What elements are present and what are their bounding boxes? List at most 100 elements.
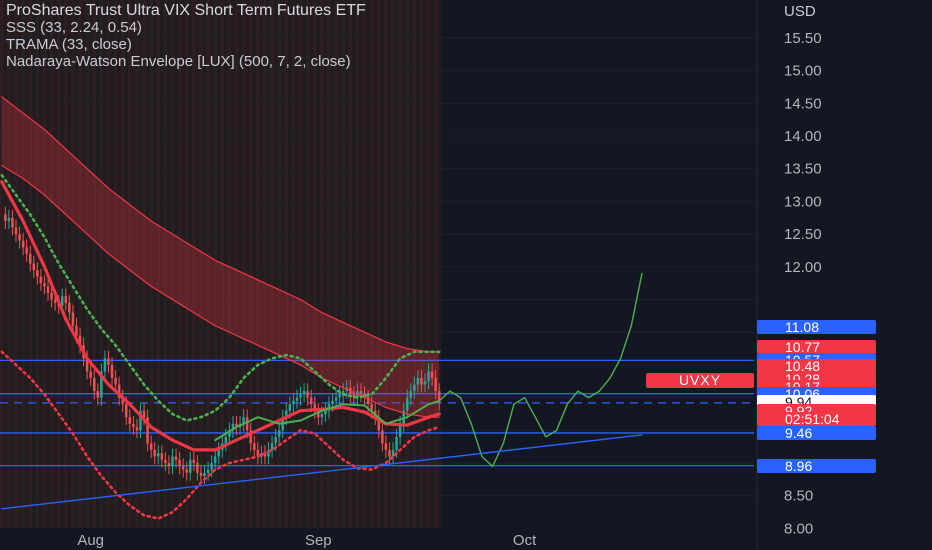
candle-body <box>167 463 171 467</box>
session-band <box>227 0 232 528</box>
candle-body <box>64 296 68 303</box>
candle-body <box>181 466 185 470</box>
candle-body <box>334 397 338 401</box>
candle-body <box>11 217 14 228</box>
candle-body <box>53 299 57 303</box>
price-tick-label: 13.00 <box>784 193 822 210</box>
candle-body <box>28 253 32 264</box>
candle-body <box>292 400 295 405</box>
candle-body <box>178 459 181 467</box>
price-tick-label: 12.00 <box>784 259 822 276</box>
time-tick-label: Oct <box>513 532 537 549</box>
session-band <box>14 0 18 528</box>
session-band <box>277 0 281 528</box>
candle-body <box>381 430 384 444</box>
candle-body <box>199 472 203 477</box>
session-band <box>405 0 410 528</box>
candle-body <box>430 371 434 379</box>
session-band <box>92 0 97 528</box>
price-tag: 8.96 <box>757 458 876 473</box>
session-band <box>284 0 289 528</box>
candle-body <box>36 270 39 277</box>
candle-body <box>50 292 53 300</box>
session-band <box>341 0 345 528</box>
candle-body <box>103 358 107 372</box>
candle-body <box>157 453 160 457</box>
candle-body <box>306 391 309 398</box>
candle-body <box>331 400 334 405</box>
candle-body <box>110 364 114 379</box>
candle-body <box>18 234 21 241</box>
time-axis-background <box>0 528 757 550</box>
session-band <box>412 0 417 528</box>
price-tick-label: 12.50 <box>784 226 822 243</box>
symbol-tag: UVXY <box>646 373 754 388</box>
candle-body <box>274 436 277 444</box>
price-tick-label: 8.50 <box>784 488 813 505</box>
candle-body <box>189 459 192 473</box>
session-band <box>320 0 324 528</box>
candle-body <box>253 443 256 450</box>
time-axis[interactable]: Aug Sep Oct <box>0 528 757 550</box>
session-band <box>49 0 54 528</box>
session-band <box>348 0 353 528</box>
candle-body <box>93 378 96 392</box>
candle-body <box>245 417 249 431</box>
projection-line <box>438 272 643 467</box>
price-tag: 9.46 <box>757 425 876 440</box>
session-band <box>56 0 61 528</box>
candle-body <box>384 443 388 450</box>
currency-label: USD <box>784 3 816 20</box>
price-tick-label: 15.00 <box>784 63 822 80</box>
candle-body <box>196 463 199 473</box>
candle-body <box>171 456 174 467</box>
session-band <box>7 0 11 528</box>
session-band <box>433 0 438 528</box>
candle-body <box>149 443 153 450</box>
candle-body <box>160 453 164 460</box>
time-tick-label: Aug <box>77 532 104 549</box>
candle-body <box>39 276 43 284</box>
candle-body <box>4 214 7 222</box>
candle-body <box>416 378 420 385</box>
candle-body <box>32 263 36 271</box>
session-band <box>419 0 424 528</box>
session-band <box>241 0 246 528</box>
candle-body <box>277 430 281 437</box>
candle-body <box>135 427 139 431</box>
candle-body <box>128 417 132 424</box>
session-band <box>0 0 4 528</box>
candle-body <box>206 469 210 473</box>
candle-body <box>324 410 327 414</box>
candle-body <box>299 394 302 398</box>
candle-body <box>288 404 292 411</box>
candle-body <box>295 397 299 401</box>
candle-body <box>21 240 25 248</box>
session-band <box>362 0 367 528</box>
price-tick-label: 14.50 <box>784 95 822 112</box>
price-tick-label: 14.00 <box>784 128 822 145</box>
candle-body <box>395 436 398 450</box>
candle-body <box>192 459 196 464</box>
session-band <box>85 0 89 528</box>
candle-body <box>213 456 217 464</box>
candle-body <box>210 463 213 470</box>
session-band <box>305 0 310 528</box>
candle-body <box>7 217 11 222</box>
candle-body <box>302 391 306 395</box>
session-band <box>21 0 25 528</box>
candle-body <box>359 391 363 395</box>
time-tick-label: Sep <box>305 532 332 549</box>
session-band <box>106 0 111 528</box>
session-band <box>426 0 431 528</box>
candle-body <box>96 391 100 398</box>
session-band <box>298 0 303 528</box>
candle-body <box>68 302 71 313</box>
session-band <box>71 0 75 528</box>
candle-body <box>405 397 409 411</box>
candle-body <box>46 286 50 293</box>
session-band <box>377 0 381 528</box>
session-band <box>64 0 68 528</box>
candle-body <box>309 397 313 405</box>
candle-body <box>420 378 423 385</box>
